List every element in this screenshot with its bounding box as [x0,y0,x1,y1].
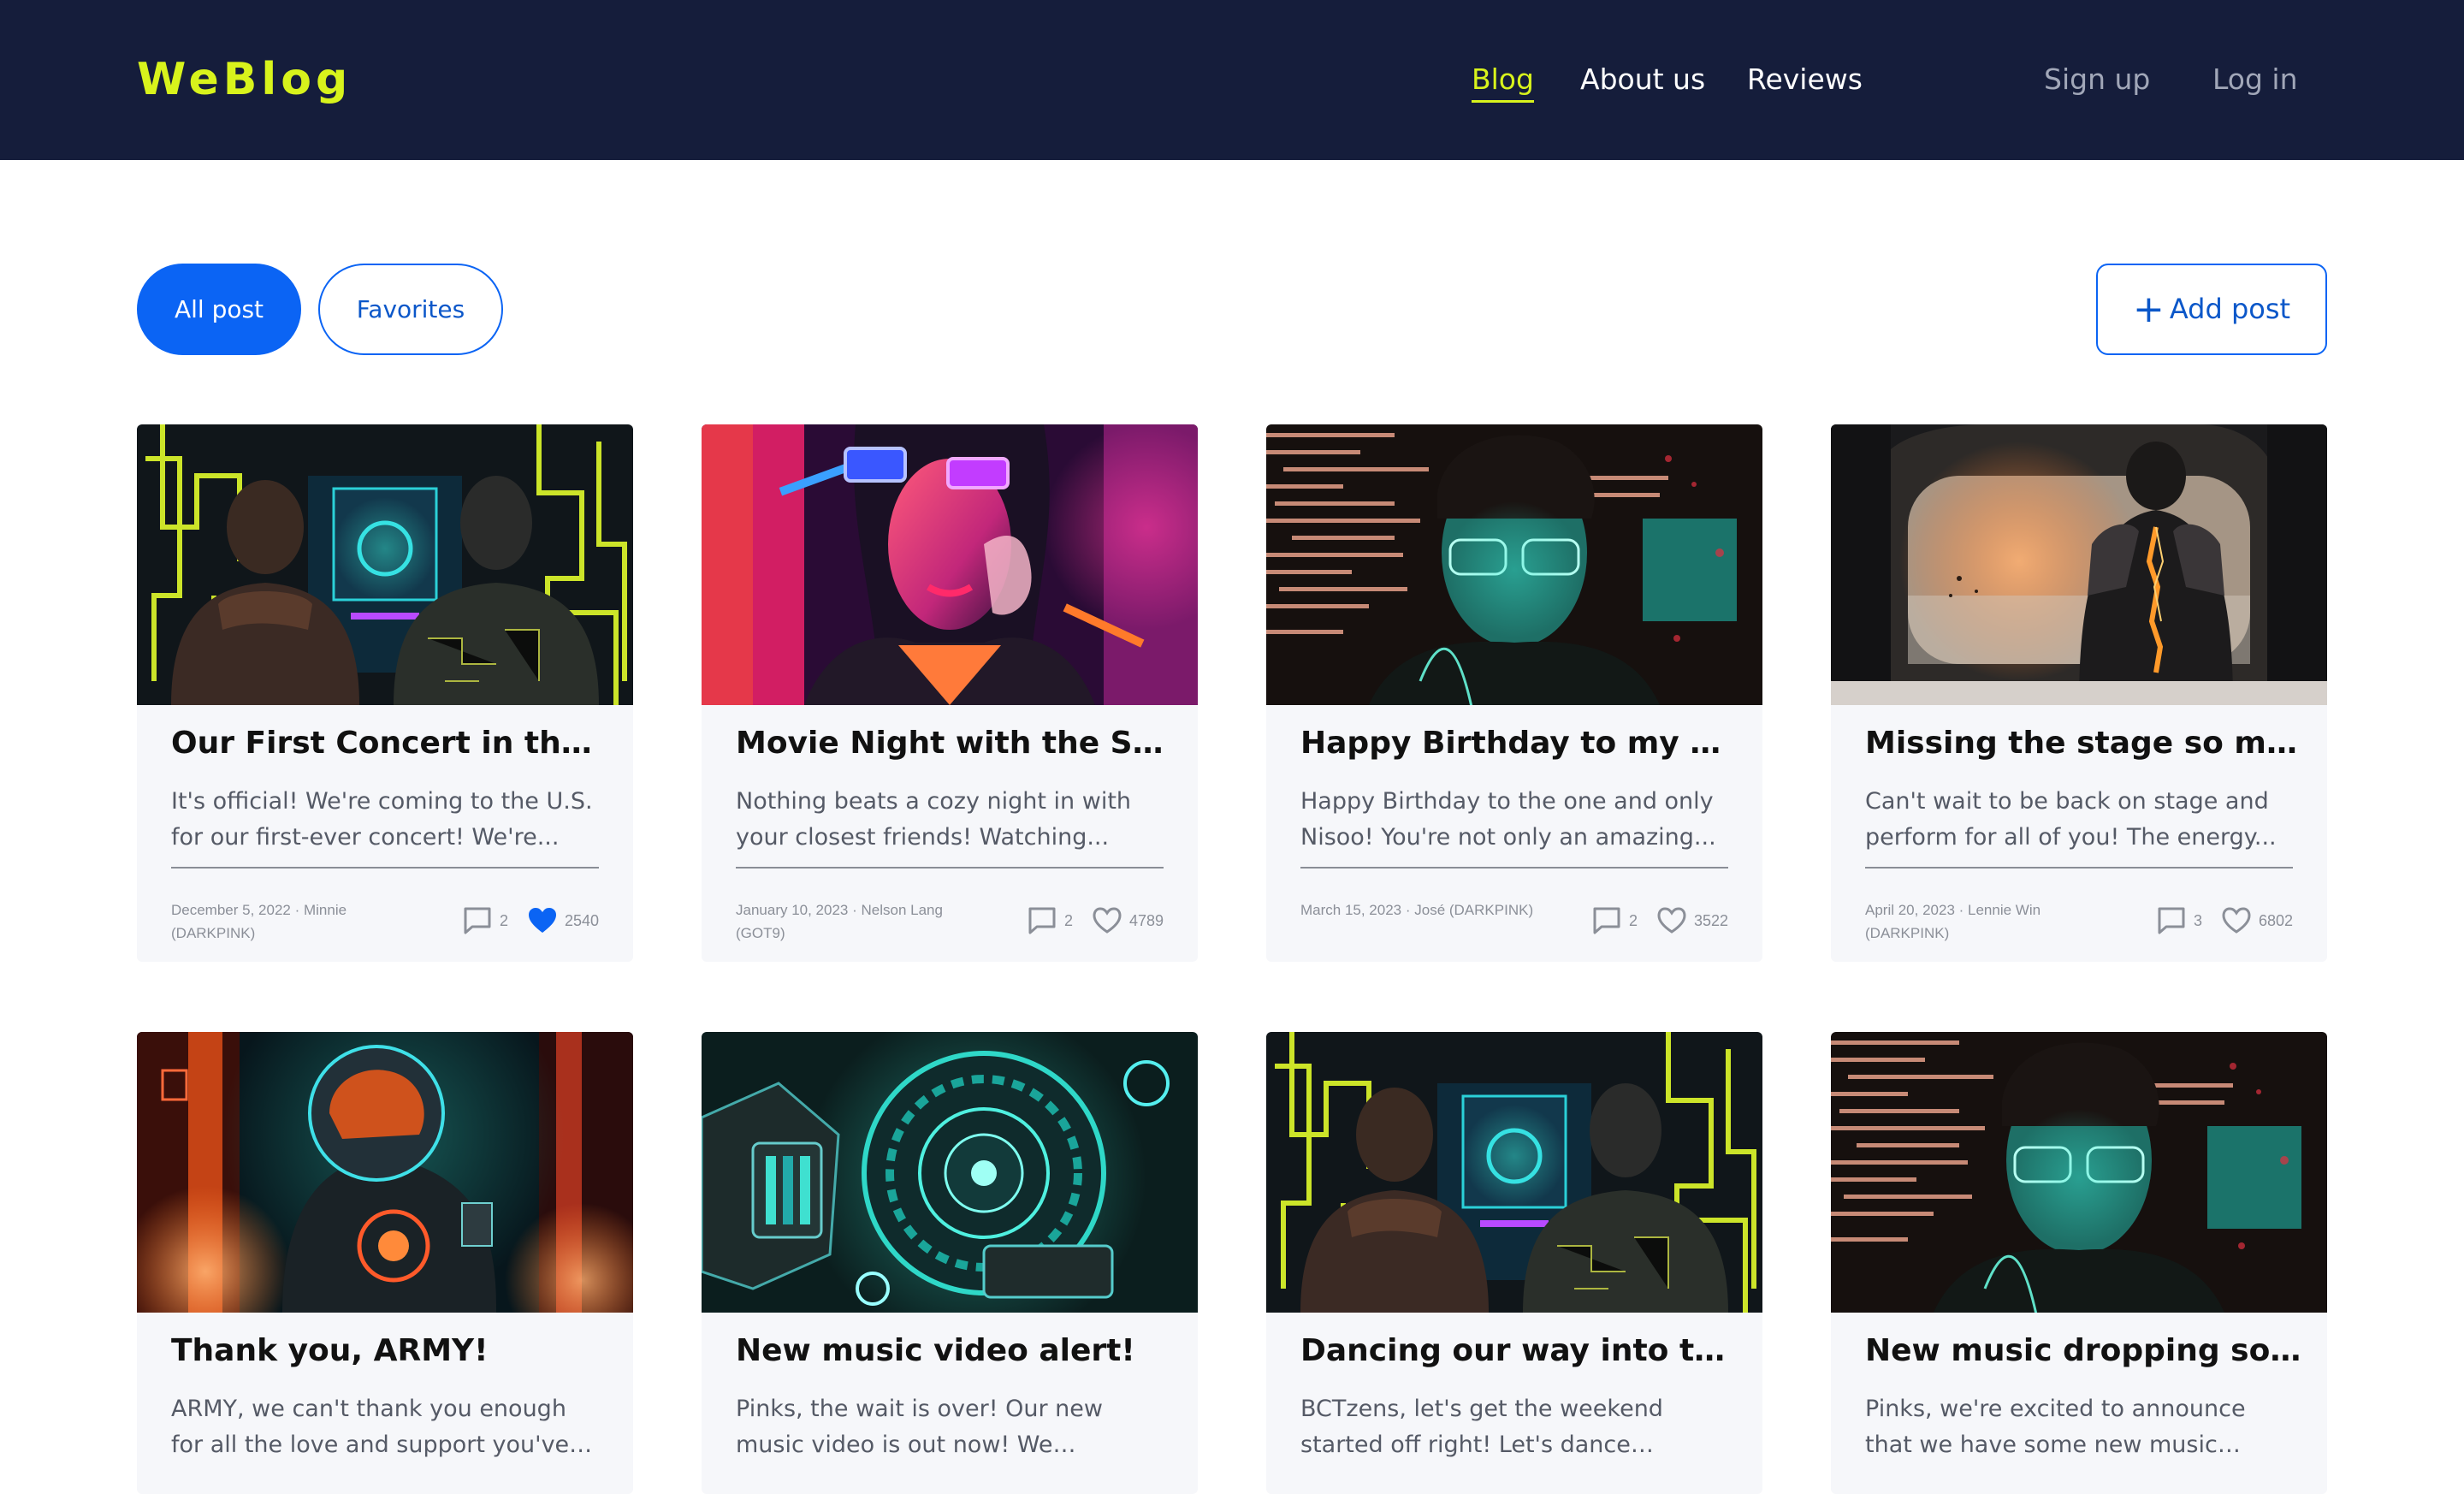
add-post-label: Add post [2169,293,2291,325]
comment-icon[interactable] [1027,906,1057,935]
comment-icon[interactable] [462,906,493,935]
post-card[interactable]: Happy Birthday to my best... Happy Birth… [1266,424,1762,962]
divider [171,867,599,869]
post-stats: 2 3522 [1591,904,1728,938]
post-title[interactable]: Thank you, ARMY! [171,1331,607,1371]
comment-icon[interactable] [1591,906,1622,935]
post-stats: 2 4789 [1027,904,1164,938]
post-title[interactable]: Missing the stage so much! [1865,724,2301,763]
post-image-neon-glasses[interactable] [702,424,1198,705]
like-count: 6802 [2258,911,2293,929]
post-image-glasses-man[interactable] [1266,424,1762,705]
post-title[interactable]: New music video alert! [736,1331,1172,1371]
divider [736,867,1164,869]
nav-blog[interactable]: Blog [1472,62,1534,103]
filter-all-post-button[interactable]: All post [137,264,301,355]
post-title[interactable]: Our First Concert in the... [171,724,607,763]
like-count: 2540 [564,911,599,929]
top-navigation-bar: WeBlog Blog About us Reviews Sign up Log… [0,0,2464,160]
post-meta: April 20, 2023 · Lennie Win (DARKPINK) [1865,902,2041,941]
post-image-armored-figure[interactable] [1831,424,2327,705]
heart-outline-icon[interactable] [2221,907,2252,934]
plus-icon: + [2132,288,2165,331]
divider [1300,867,1728,869]
post-image-astronaut[interactable] [137,1032,633,1313]
like-count: 3522 [1693,911,1728,929]
comment-count: 2 [499,911,508,929]
heart-filled-icon[interactable] [527,907,558,934]
post-title[interactable]: New music dropping soon!... [1865,1331,2301,1371]
post-meta: January 10, 2023 · Nelson Lang (GOT9) [736,902,943,941]
post-meta: March 15, 2023 · José (DARKPINK) [1300,902,1534,918]
post-meta: December 5, 2022 · Minnie (DARKPINK) [171,902,347,941]
post-card[interactable]: Our First Concert in the... It's officia… [137,424,633,962]
post-excerpt: Can't wait to be back on stage and perfo… [1865,788,2277,851]
post-title[interactable]: Movie Night with the Squad [736,724,1172,763]
like-count: 4789 [1128,911,1164,929]
post-excerpt: Nothing beats a cozy night in with your … [736,788,1132,851]
post-excerpt: ARMY, we can't thank you enough for all … [171,1396,570,1458]
post-card[interactable]: Movie Night with the Squad Nothing beats… [702,424,1198,962]
site-logo[interactable]: WeBlog [137,51,352,108]
post-card[interactable]: New music dropping soon!... Pinks, we're… [1831,1032,2327,1494]
post-stats: 2 2540 [462,904,599,938]
sign-up-link[interactable]: Sign up [2044,62,2150,98]
divider [1865,867,2293,869]
post-image-two-figures[interactable] [137,424,633,705]
comment-count: 2 [1628,911,1638,929]
post-card[interactable]: Missing the stage so much! Can't wait to… [1831,424,2327,962]
post-image-two-figures[interactable] [1266,1032,1762,1313]
post-excerpt: It's official! We're coming to the U.S. … [171,788,593,851]
heart-outline-icon[interactable] [1092,907,1122,934]
comment-count: 2 [1063,911,1073,929]
comment-count: 3 [2193,911,2202,929]
comment-icon[interactable] [2156,906,2187,935]
nav-about-us[interactable]: About us [1580,62,1705,98]
log-in-link[interactable]: Log in [2212,62,2298,98]
nav-reviews[interactable]: Reviews [1747,62,1863,98]
post-image-glasses-man[interactable] [1831,1032,2327,1313]
filter-favorites-button[interactable]: Favorites [318,264,503,355]
post-card[interactable]: Thank you, ARMY! ARMY, we can't thank yo… [137,1032,633,1494]
post-image-cyber-machine[interactable] [702,1032,1198,1313]
post-title[interactable]: Dancing our way into the... [1300,1331,1737,1371]
post-card[interactable]: New music video alert! Pinks, the wait i… [702,1032,1198,1494]
heart-outline-icon[interactable] [1656,907,1687,934]
post-excerpt: BCTzens, let's get the weekend started o… [1300,1396,1663,1458]
post-stats: 3 6802 [2156,904,2293,938]
add-post-button[interactable]: + Add post [2096,264,2327,355]
post-excerpt: Pinks, we're excited to announce that we… [1865,1396,2246,1458]
post-excerpt: Happy Birthday to the one and only Nisoo… [1300,788,1716,851]
post-excerpt: Pinks, the wait is over! Our new music v… [736,1396,1103,1458]
post-title[interactable]: Happy Birthday to my best... [1300,724,1737,763]
post-card[interactable]: Dancing our way into the... BCTzens, let… [1266,1032,1762,1494]
